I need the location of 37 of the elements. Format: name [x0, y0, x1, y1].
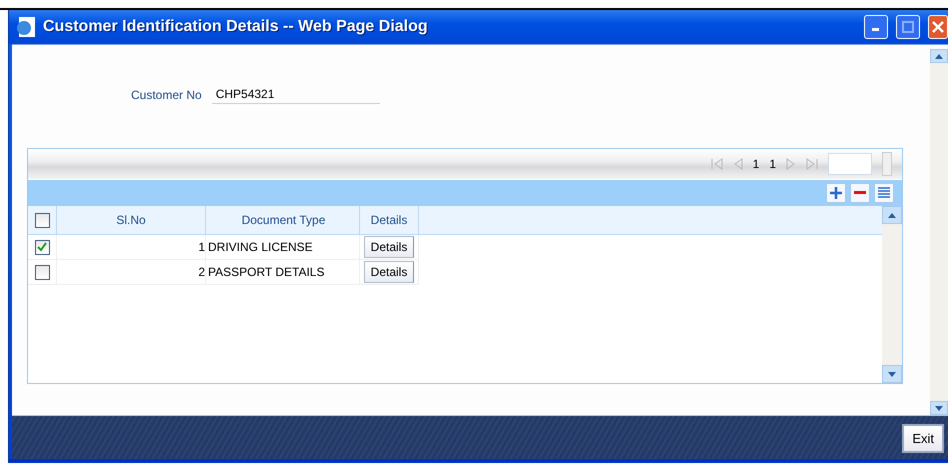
exit-button[interactable]: Exit — [902, 424, 944, 453]
sl-no-cell: 1 — [56, 234, 206, 260]
current-page: 1 — [752, 157, 760, 171]
list-icon — [878, 187, 890, 199]
checkbox[interactable] — [34, 240, 50, 255]
checkbox[interactable] — [34, 264, 50, 280]
close-icon — [932, 21, 944, 33]
maximize-button[interactable] — [896, 15, 920, 39]
window-title: Customer Identification Details -- Web Page Dialog — [43, 18, 429, 36]
total-pages: 1 — [769, 157, 776, 171]
browser-icon — [15, 16, 37, 38]
page-field[interactable] — [828, 153, 872, 175]
plus-icon — [830, 187, 842, 199]
minus-icon — [854, 191, 866, 195]
list-view-button[interactable] — [874, 183, 894, 203]
checkbox[interactable] — [34, 212, 50, 228]
scroll-up-icon[interactable] — [935, 54, 943, 58]
sl-no-cell: 2 — [56, 260, 206, 284]
column-header: Document Type — [206, 206, 360, 234]
customer-no-field[interactable]: CHP54321 — [212, 85, 380, 104]
column-header: Details — [360, 206, 418, 234]
document-type-cell: DRIVING LICENSE — [206, 234, 360, 260]
grid-scrollbar[interactable] — [882, 206, 902, 383]
scrollbar[interactable] — [930, 49, 948, 415]
delete-row-button[interactable] — [850, 183, 870, 203]
scroll-up-icon[interactable] — [888, 212, 896, 218]
add-row-button[interactable] — [826, 183, 846, 203]
maximize-icon — [902, 21, 914, 33]
details-button[interactable]: Details — [364, 261, 414, 283]
minimize-button[interactable] — [864, 15, 888, 39]
scroll-down-icon[interactable] — [935, 406, 943, 410]
document-type-cell: PASSPORT DETAILS — [206, 260, 360, 284]
scroll-down-icon[interactable] — [888, 372, 896, 376]
details-button[interactable]: Details — [364, 236, 414, 258]
customer-no-label: Customer No — [131, 88, 202, 102]
column-header: Sl.No — [56, 206, 206, 234]
close-button[interactable] — [928, 15, 948, 39]
